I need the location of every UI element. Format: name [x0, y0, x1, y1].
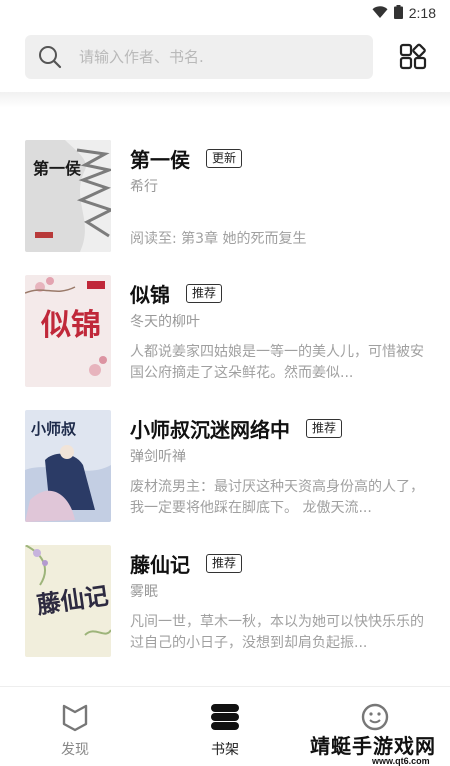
book-item[interactable]: 藤仙记 藤仙记 推荐 雾眠 凡间一世，草木一秋，本以为她可以快快乐乐的过自己的小…: [25, 545, 435, 660]
book-cover[interactable]: 藤仙记: [25, 545, 111, 657]
book-author: 冬天的柳叶: [130, 314, 200, 330]
discover-icon: [30, 701, 120, 733]
update-badge: 更新: [206, 149, 243, 168]
search-bar[interactable]: [25, 35, 373, 79]
grid-layout-icon: [399, 43, 427, 75]
book-author: 雾眠: [130, 584, 158, 600]
book-title: 小师叔沉迷网络中: [130, 418, 290, 442]
book-item[interactable]: 似锦 似锦 推荐 冬天的柳叶 人都说姜家四姑娘是一等一的美人儿，可惜被安国公府摘…: [25, 275, 435, 390]
tab-label: 书架: [211, 742, 239, 758]
book-item[interactable]: 小师叔 小师叔沉迷网络中 推荐 弹剑听禅 废材流男主：最讨厌这种天资高身份高的人…: [25, 410, 435, 525]
wifi-icon: [372, 4, 388, 23]
header-divider: [0, 92, 450, 108]
book-cover[interactable]: 第一侯: [25, 140, 111, 252]
book-cover[interactable]: 似锦: [25, 275, 111, 387]
watermark-title: 靖蜓手游戏网: [310, 734, 436, 758]
status-time: 2:18: [408, 5, 436, 21]
recommend-badge: 推荐: [206, 554, 243, 573]
book-cover[interactable]: 小师叔: [25, 410, 111, 522]
book-author: 弹剑听禅: [130, 449, 186, 465]
book-title: 似锦: [130, 283, 170, 307]
grid-layout-button[interactable]: [396, 42, 430, 76]
book-description: 废材流男主：最讨厌这种天资高身份高的人了，我一定要将他踩在脚底下。 龙傲天流..…: [130, 479, 424, 516]
search-icon: [37, 44, 63, 70]
battery-icon: [393, 4, 403, 23]
recommend-badge: 推荐: [186, 284, 223, 303]
recommend-badge: 推荐: [306, 419, 343, 438]
watermark: 靖蜓手游戏网 www.qt6.com: [300, 726, 450, 766]
cover-title-text: 第一侯: [33, 159, 81, 178]
tab-label: 发现: [61, 742, 89, 758]
cover-title-text: 似锦: [40, 308, 101, 343]
book-title: 藤仙记: [130, 553, 190, 577]
book-item[interactable]: 第一侯 第一侯 更新 希行 阅读至: 第3章 她的死而复生: [25, 140, 435, 255]
tab-bookshelf[interactable]: 书架: [180, 701, 270, 759]
cover-title-text: 小师叔: [31, 420, 77, 438]
bookshelf-icon: [180, 701, 270, 733]
tab-discover[interactable]: 发现: [30, 701, 120, 759]
status-bar: 2:18: [0, 0, 450, 26]
book-title: 第一侯: [130, 148, 190, 172]
book-description: 凡间一世，草木一秋，本以为她可以快快乐乐的过自己的小日子，没想到却肩负起振...: [130, 614, 424, 651]
book-author: 希行: [130, 179, 158, 195]
book-description: 人都说姜家四姑娘是一等一的美人儿，可惜被安国公府摘走了这朵鲜花。然而姜似...: [130, 344, 424, 381]
search-input[interactable]: [77, 47, 341, 67]
reading-progress: 阅读至: 第3章 她的死而复生: [130, 231, 307, 247]
